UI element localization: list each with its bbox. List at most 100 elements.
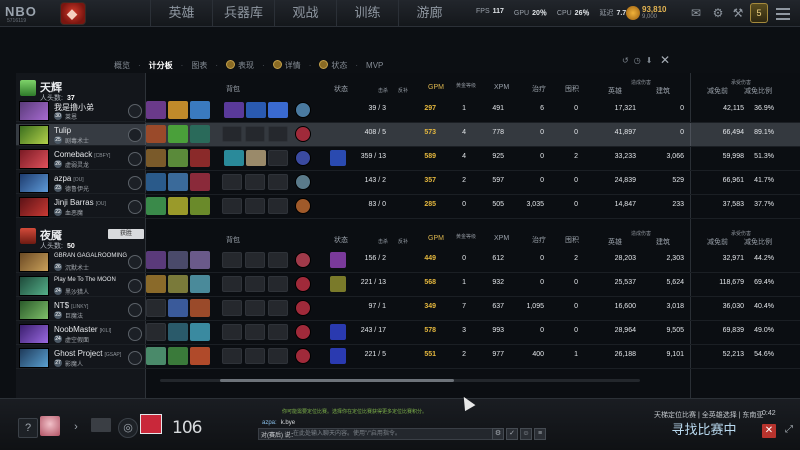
backpack-item-icon[interactable]: [224, 150, 244, 166]
neutral-item-icon[interactable]: [295, 150, 311, 166]
item-icon[interactable]: [168, 323, 188, 341]
player-row[interactable]: Ghost Project [GSAP] 27 影魔人: [16, 347, 146, 369]
player-row[interactable]: 我是撸小弟 30 莱恩: [16, 100, 146, 122]
backpack-slot-empty[interactable]: [222, 348, 242, 364]
backpack-slot-empty[interactable]: [268, 324, 288, 340]
nav-armory[interactable]: 兵器库: [212, 0, 274, 27]
tab-performance[interactable]: 表现: [220, 60, 260, 72]
item-icon[interactable]: [190, 197, 210, 215]
neutral-item-icon[interactable]: [295, 198, 311, 214]
item-slot-empty[interactable]: [146, 299, 166, 317]
chevron-right-icon[interactable]: ›: [66, 418, 86, 438]
score-row[interactable]: 359 / 13 589 4 925 0 2 33,233 3,066 59,9…: [146, 147, 800, 171]
item-icon[interactable]: [168, 275, 188, 293]
item-icon[interactable]: [146, 149, 166, 167]
menu-icon[interactable]: [774, 5, 792, 21]
item-icon[interactable]: [190, 173, 210, 191]
help-icon[interactable]: ?: [18, 418, 38, 438]
backpack-slot-empty[interactable]: [222, 252, 242, 268]
check-icon[interactable]: ✓: [506, 428, 518, 440]
neutral-item-icon[interactable]: [295, 324, 311, 340]
find-match-status[interactable]: 寻找比赛中: [650, 421, 758, 441]
settings-icon[interactable]: ⚙: [492, 428, 504, 440]
item-icon[interactable]: [190, 125, 210, 143]
item-icon[interactable]: [190, 347, 210, 365]
score-row[interactable]: 221 / 13 568 1 932 0 0 25,537 5,624 118,…: [146, 273, 800, 297]
item-icon[interactable]: [168, 197, 188, 215]
backpack-slot-empty[interactable]: [268, 126, 288, 142]
score-row[interactable]: 156 / 2 449 0 612 0 2 28,203 2,303 32,97…: [146, 249, 800, 273]
player-row[interactable]: NT$ [LINKY] 23 巨魔法: [16, 299, 146, 321]
close-icon[interactable]: ✕: [660, 53, 670, 67]
neutral-item-icon[interactable]: [295, 300, 311, 316]
backpack-item-icon[interactable]: [224, 102, 244, 118]
tab-details[interactable]: 详情: [267, 60, 307, 72]
emoji-icon[interactable]: ☺: [520, 428, 532, 440]
backpack-slot-empty[interactable]: [245, 126, 265, 142]
item-icon[interactable]: [190, 101, 210, 119]
tab-overview[interactable]: 概览: [108, 60, 136, 72]
shards-balance[interactable]: 93,810 9,000: [626, 3, 670, 23]
neutral-item-icon[interactable]: [295, 102, 311, 118]
dota-home-button[interactable]: ◆: [60, 2, 86, 25]
history-icon[interactable]: ↺: [622, 56, 629, 65]
chat-menu-icon[interactable]: ≡: [534, 428, 546, 440]
sign-icon[interactable]: [91, 418, 111, 432]
neutral-item-icon[interactable]: [295, 174, 311, 190]
score-row[interactable]: 39 / 3 297 1 491 6 0 17,321 0 42,115 36.…: [146, 99, 800, 123]
score-row[interactable]: 143 / 2 357 2 597 0 0 24,839 529 66,961 …: [146, 171, 800, 195]
backpack-slot-empty[interactable]: [268, 198, 288, 214]
backpack-slot-empty[interactable]: [245, 174, 265, 190]
backpack-slot-empty[interactable]: [222, 324, 242, 340]
avatar[interactable]: [40, 416, 60, 436]
tab-scoreboard[interactable]: 计分板: [143, 60, 179, 72]
item-icon[interactable]: [146, 197, 166, 215]
nav-watch[interactable]: 观战: [274, 0, 336, 27]
score-row[interactable]: 97 / 1 349 7 637 1,095 0 16,600 3,018 36…: [146, 297, 800, 321]
item-icon[interactable]: [146, 101, 166, 119]
backpack-slot-empty[interactable]: [245, 198, 265, 214]
neutral-item-icon[interactable]: [295, 252, 311, 268]
item-icon[interactable]: [190, 275, 210, 293]
score-row[interactable]: 221 / 5 551 2 977 400 1 26,188 9,101 52,…: [146, 345, 800, 369]
chat-input[interactable]: [293, 429, 493, 439]
settings-icon[interactable]: ⚙: [710, 5, 726, 21]
backpack-item-icon[interactable]: [268, 102, 288, 118]
item-icon[interactable]: [190, 299, 210, 317]
backpack-slot-empty[interactable]: [268, 252, 288, 268]
player-row[interactable]: Jinji Barras [OU] 22 血恶魔: [16, 196, 146, 218]
item-icon[interactable]: [146, 347, 166, 365]
backpack-slot-empty[interactable]: [268, 276, 288, 292]
replay-icon[interactable]: ◷: [634, 56, 641, 65]
backpack-slot-empty[interactable]: [245, 324, 265, 340]
backpack-slot-empty[interactable]: [222, 300, 242, 316]
neutral-item-icon[interactable]: [295, 348, 311, 364]
tab-mvp[interactable]: MVP: [360, 60, 389, 72]
item-icon[interactable]: [168, 299, 188, 317]
item-icon[interactable]: [146, 275, 166, 293]
item-icon[interactable]: [168, 125, 188, 143]
item-slot-empty[interactable]: [146, 323, 166, 341]
item-icon[interactable]: [190, 323, 210, 341]
item-icon[interactable]: [190, 149, 210, 167]
backpack-slot-empty[interactable]: [268, 348, 288, 364]
neutral-item-icon[interactable]: [295, 276, 311, 292]
backpack-item-icon[interactable]: [246, 102, 266, 118]
player-row[interactable]: azpa [OU] 23 德鲁伊光: [16, 172, 146, 194]
player-row[interactable]: Comeback [CBFY] 26 虚弱灵龙: [16, 148, 146, 170]
level-badge[interactable]: 5: [750, 3, 768, 23]
backpack-slot-empty[interactable]: [245, 348, 265, 364]
item-icon[interactable]: [168, 149, 188, 167]
nav-arcade[interactable]: 游廊: [398, 0, 460, 27]
item-icon[interactable]: [168, 347, 188, 365]
player-row[interactable]: Tulip 25 剧毒术士: [16, 124, 146, 146]
backpack-slot-empty[interactable]: [268, 150, 288, 166]
item-icon[interactable]: [168, 173, 188, 191]
mail-icon[interactable]: ✉: [688, 5, 704, 21]
backpack-slot-empty[interactable]: [222, 174, 242, 190]
neutral-item-icon[interactable]: [295, 126, 311, 142]
tab-status[interactable]: 状态: [313, 60, 353, 72]
nav-heroes[interactable]: 英雄: [150, 0, 212, 27]
item-icon[interactable]: [190, 251, 210, 269]
nav-learn[interactable]: 训练: [336, 0, 398, 27]
